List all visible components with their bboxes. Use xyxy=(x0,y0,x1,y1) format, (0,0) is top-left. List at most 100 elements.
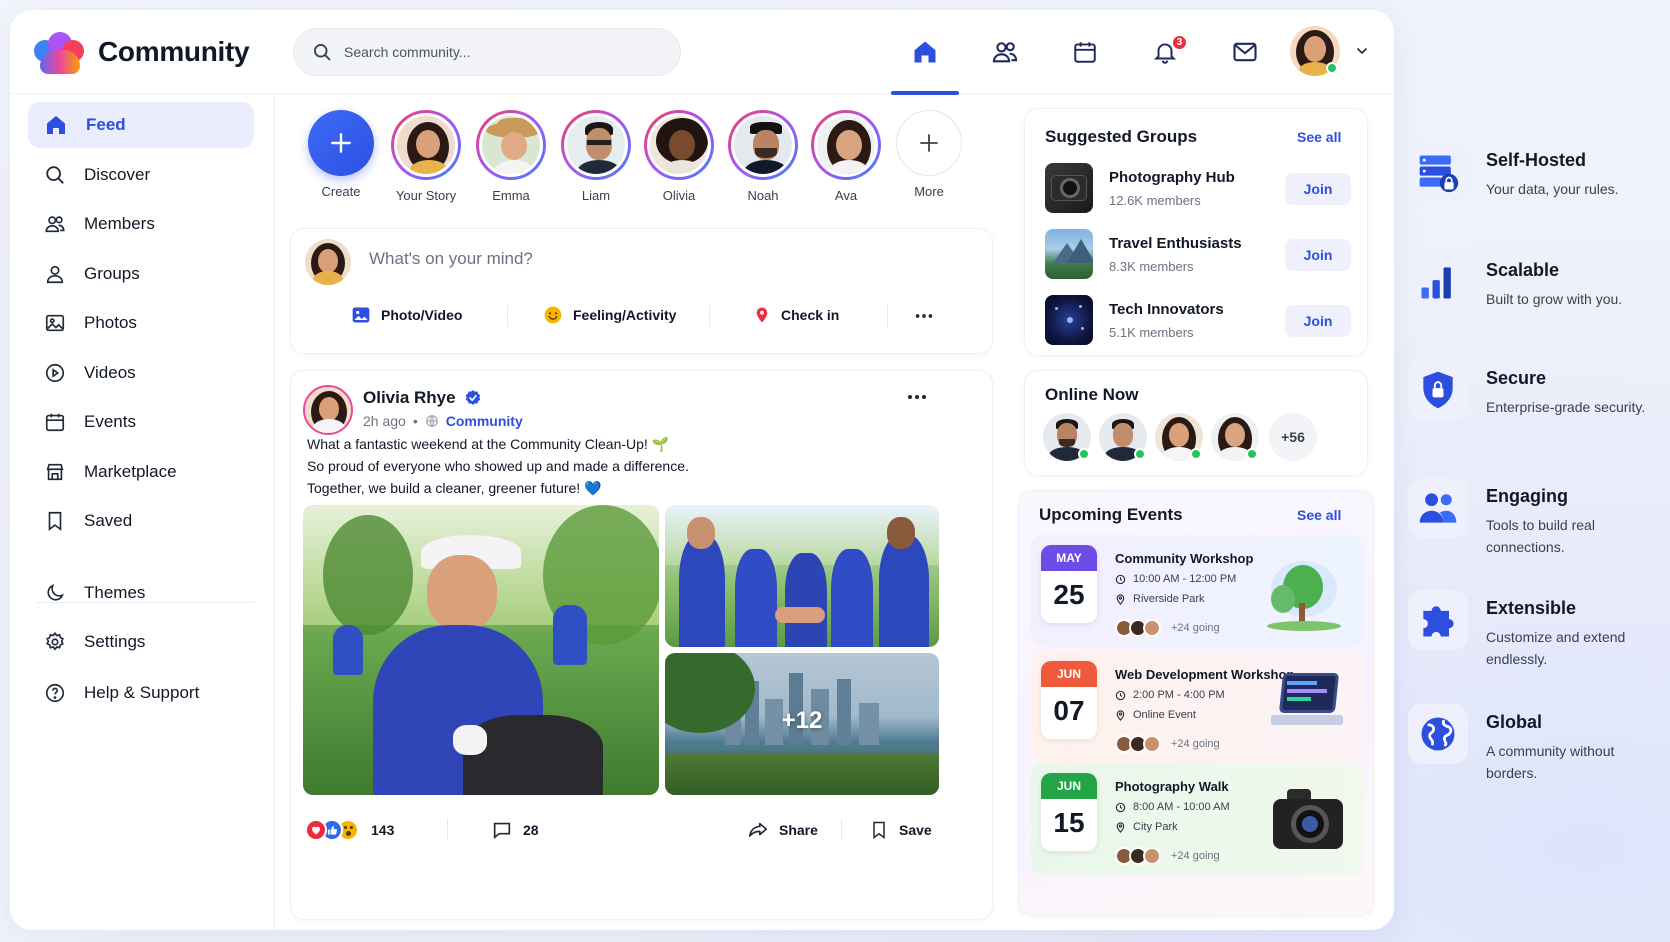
sidebar-item-discover[interactable]: Discover xyxy=(28,152,254,198)
action-divider xyxy=(709,305,710,327)
sidebar-item-help[interactable]: Help & Support xyxy=(28,670,254,716)
logo[interactable]: Community xyxy=(32,30,250,74)
sidebar-item-members[interactable]: Members xyxy=(28,201,254,247)
group-row: Travel Enthusiasts 8.3K members Join xyxy=(1045,229,1355,281)
feature-title: Extensible xyxy=(1486,598,1577,618)
search-input[interactable] xyxy=(344,44,644,60)
story-more[interactable]: More xyxy=(890,110,968,199)
post-time: 2h ago xyxy=(363,413,406,429)
clock-icon xyxy=(1115,574,1126,584)
story-name: Noah xyxy=(747,188,779,203)
feature-title: Scalable xyxy=(1486,260,1560,280)
event-item[interactable]: MAY 25 Community Workshop 10:00 AM - 12:… xyxy=(1031,535,1363,647)
search-icon xyxy=(46,166,64,184)
sidebar-item-videos[interactable]: Videos xyxy=(28,350,254,396)
more-options-icon[interactable] xyxy=(913,305,935,332)
sidebar-item-photos[interactable]: Photos xyxy=(28,300,254,346)
members-icon xyxy=(45,216,65,233)
nav-messages[interactable] xyxy=(1205,10,1285,94)
post-author-name[interactable]: Olivia Rhye xyxy=(363,388,482,408)
store-icon xyxy=(46,463,64,481)
group-thumbnail[interactable] xyxy=(1045,295,1093,345)
event-date: JUN 15 xyxy=(1041,773,1097,851)
comments-button[interactable]: 28 xyxy=(491,819,539,841)
story-item[interactable]: Your Story xyxy=(387,110,465,203)
event-date: JUN 07 xyxy=(1041,661,1097,739)
online-user[interactable] xyxy=(1043,413,1091,461)
group-name[interactable]: Photography Hub xyxy=(1109,169,1235,186)
nav-notifications[interactable]: 3 xyxy=(1125,10,1205,94)
sidebar-item-saved[interactable]: Saved xyxy=(28,498,254,544)
card-title: Upcoming Events xyxy=(1039,505,1183,524)
event-time: 8:00 AM - 10:00 AM xyxy=(1133,801,1230,813)
story-item[interactable]: Noah xyxy=(724,110,802,203)
post-menu-icon[interactable] xyxy=(905,385,929,414)
group-thumbnail[interactable] xyxy=(1045,229,1093,279)
online-more-count[interactable]: +56 xyxy=(1269,413,1317,461)
attendee-avatar xyxy=(1143,735,1161,753)
sidebar-item-feed[interactable]: Feed xyxy=(28,102,254,148)
group-name[interactable]: Tech Innovators xyxy=(1109,301,1224,318)
story-ring xyxy=(561,110,631,180)
online-user[interactable] xyxy=(1155,413,1203,461)
groups-see-all-link[interactable]: See all xyxy=(1297,129,1341,145)
composer-avatar xyxy=(305,239,351,285)
post-audience[interactable]: Community xyxy=(446,413,523,429)
group-name[interactable]: Travel Enthusiasts xyxy=(1109,235,1242,252)
sidebar-item-themes[interactable]: Themes xyxy=(28,570,254,616)
join-button[interactable]: Join xyxy=(1285,305,1351,337)
online-indicator xyxy=(1326,62,1338,74)
story-item[interactable]: Olivia xyxy=(640,110,718,203)
composer-input[interactable]: What's on your mind? xyxy=(369,249,949,269)
story-item[interactable]: Ava xyxy=(807,110,885,203)
event-month: MAY xyxy=(1041,545,1097,571)
online-user[interactable] xyxy=(1211,413,1259,461)
save-button[interactable]: Save xyxy=(869,819,932,841)
join-button[interactable]: Join xyxy=(1285,173,1351,205)
event-item[interactable]: JUN 15 Photography Walk 8:00 AM - 10:00 … xyxy=(1031,763,1363,875)
story-ring xyxy=(811,110,881,180)
online-user[interactable] xyxy=(1099,413,1147,461)
share-button[interactable]: Share xyxy=(747,819,818,841)
sidebar-item-marketplace[interactable]: Marketplace xyxy=(28,449,254,495)
post-photo-group[interactable] xyxy=(665,505,939,647)
share-label: Share xyxy=(779,822,818,838)
join-button[interactable]: Join xyxy=(1285,239,1351,271)
calendar-icon xyxy=(45,413,65,432)
profile-menu[interactable] xyxy=(1290,26,1370,76)
story-item[interactable]: Liam xyxy=(557,110,635,203)
nav-friends[interactable] xyxy=(965,10,1045,94)
event-item[interactable]: JUN 07 Web Development Workshop 2:00 PM … xyxy=(1031,651,1363,763)
feature-desc: Tools to build real connections. xyxy=(1486,517,1595,555)
story-name: Olivia xyxy=(662,188,696,203)
reactions-summary[interactable]: 143 xyxy=(305,819,394,841)
post-photo-lake[interactable]: +12 xyxy=(665,653,939,795)
feature-title: Global xyxy=(1486,712,1543,732)
sidebar-item-settings[interactable]: Settings xyxy=(28,619,254,665)
puzzle-icon xyxy=(1408,590,1468,650)
feeling-activity-button[interactable]: Feeling/Activity xyxy=(543,305,676,325)
group-thumbnail[interactable] xyxy=(1045,163,1093,213)
group-members: 5.1K members xyxy=(1109,325,1194,340)
sidebar-item-label: Videos xyxy=(84,363,136,382)
post-photo-main[interactable] xyxy=(303,505,659,795)
event-attendees: +24 going xyxy=(1115,619,1220,637)
feed-post: Olivia Rhye 2h ago • Community What a fa… xyxy=(290,370,993,920)
sidebar-item-events[interactable]: Events xyxy=(28,399,254,445)
nav-calendar[interactable] xyxy=(1045,10,1125,94)
story-item[interactable]: Emma xyxy=(472,110,550,203)
story-ring xyxy=(391,110,461,180)
event-place: City Park xyxy=(1133,821,1178,833)
search-bar[interactable] xyxy=(293,28,681,76)
photo-video-button[interactable]: Photo/Video xyxy=(351,305,462,325)
check-in-button[interactable]: Check in xyxy=(753,305,839,325)
feature-desc: Built to grow with you. xyxy=(1486,291,1623,307)
moon-icon xyxy=(47,584,64,601)
story-create[interactable]: Create xyxy=(302,110,380,199)
chevron-down-icon xyxy=(1357,48,1367,55)
post-author-avatar[interactable] xyxy=(303,385,353,435)
event-attendees: +24 going xyxy=(1115,847,1220,865)
events-see-all-link[interactable]: See all xyxy=(1297,507,1341,523)
sidebar-item-groups[interactable]: Groups xyxy=(28,251,254,297)
nav-home[interactable] xyxy=(885,10,965,95)
